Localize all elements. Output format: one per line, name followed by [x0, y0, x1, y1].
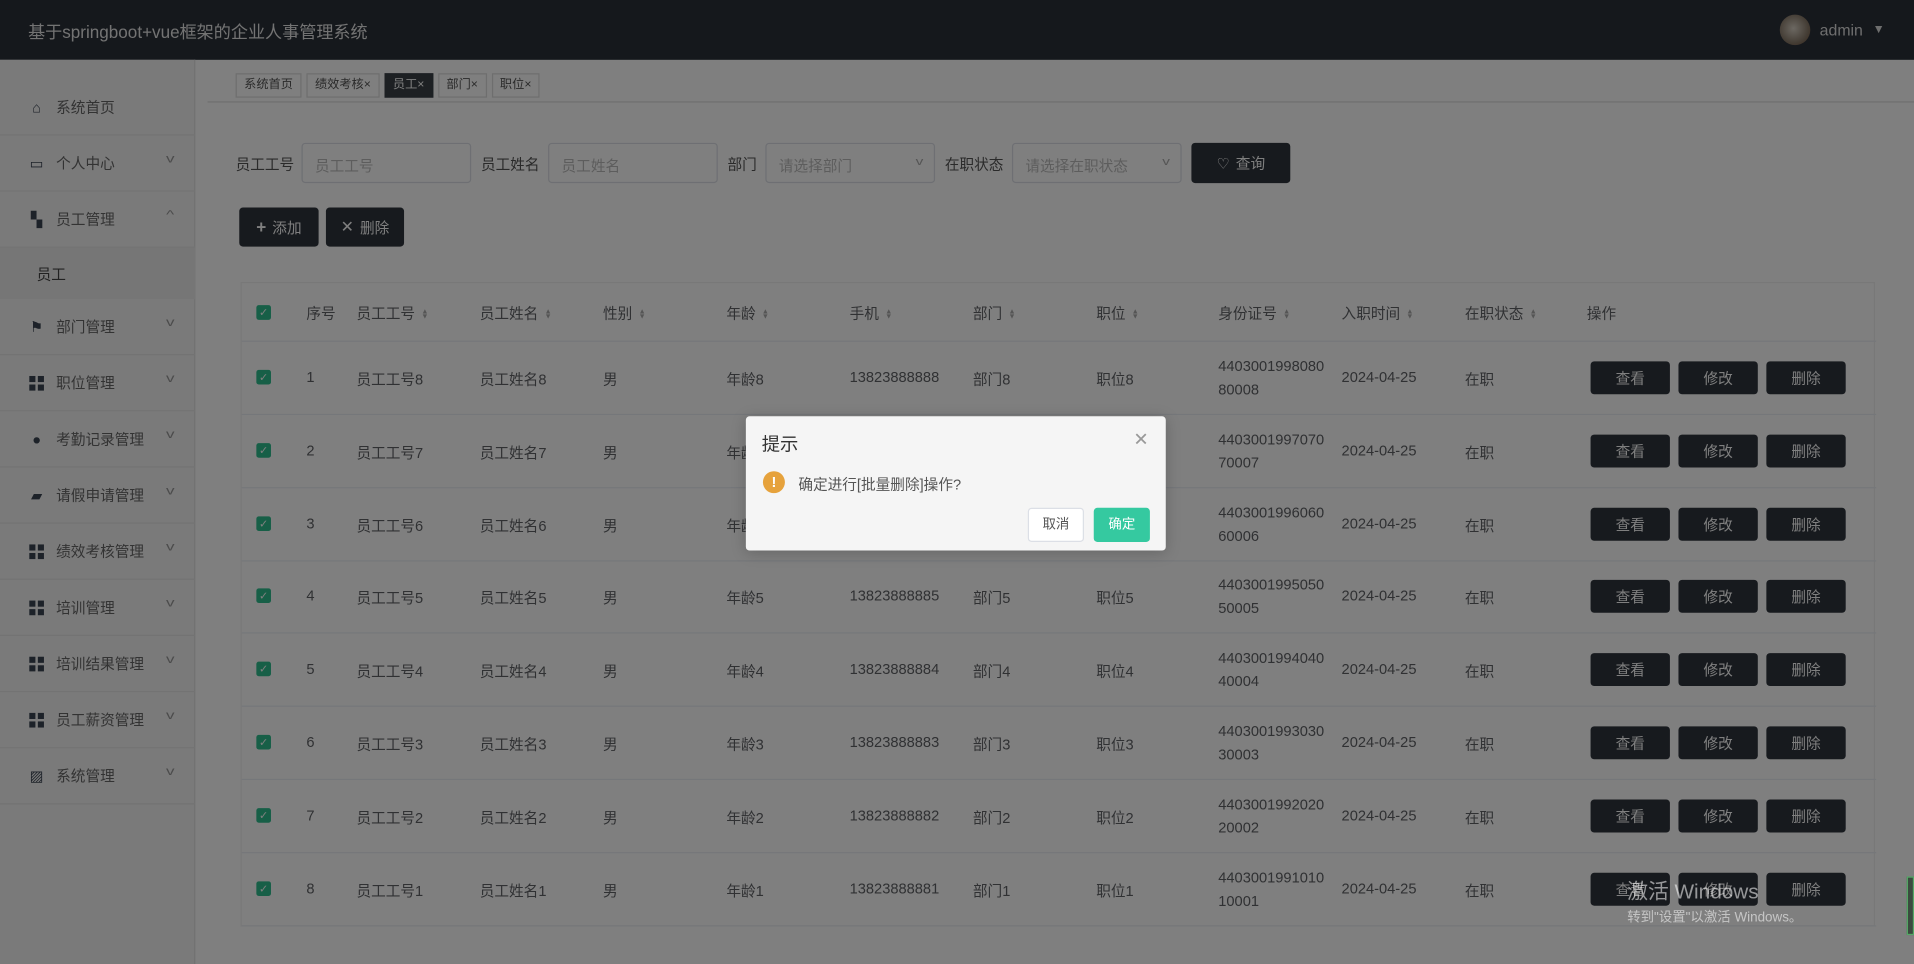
confirm-button[interactable]: 确定 — [1093, 507, 1150, 542]
app: 基于springboot+vue框架的企业人事管理系统 admin ▼ ⌂系统首… — [0, 0, 1914, 964]
confirm-dialog: 提示 ✕ ! 确定进行[批量删除]操作? 取消 确定 — [745, 416, 1166, 551]
dialog-title: 提示 — [761, 434, 799, 456]
dialog-message: 确定进行[批量删除]操作? — [798, 476, 962, 494]
close-icon[interactable]: ✕ — [1133, 428, 1148, 451]
cancel-button[interactable]: 取消 — [1027, 507, 1084, 542]
watermark-line2: 转到"设置"以激活 Windows。 — [1627, 910, 1803, 926]
watermark-line1: 激活 Windows — [1627, 880, 1759, 904]
scrollbar[interactable] — [1906, 876, 1914, 936]
warning-icon: ! — [762, 471, 785, 494]
windows-activation-watermark: 激活 Windows 转到"设置"以激活 Windows。 — [1627, 874, 1802, 926]
